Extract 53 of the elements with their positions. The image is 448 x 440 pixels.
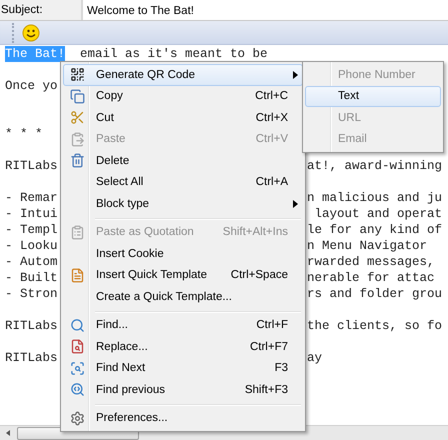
editor-text: nerable for attac	[307, 270, 435, 286]
menu-item[interactable]: Block type	[63, 193, 303, 214]
editor-text: rs and folder grou	[307, 286, 442, 302]
editor-text: n Menu Navigator	[307, 238, 428, 254]
settings-icon	[70, 410, 84, 426]
editor-text: Once yo	[5, 78, 58, 94]
editor-text: email as it's meant to be	[79, 46, 268, 62]
document-icon	[70, 268, 84, 283]
editor-text: - Templ	[5, 222, 58, 238]
editor-text: ay	[307, 350, 322, 366]
menu-item[interactable]: Find... Ctrl+F	[63, 314, 303, 336]
editor-text: at!, award-winning	[307, 158, 442, 174]
qr-code-icon	[70, 67, 84, 82]
menu-item[interactable]: Generate QR Code	[63, 64, 303, 86]
scissors-icon	[70, 110, 84, 126]
menu-item[interactable]: Insert Cookie	[63, 243, 303, 264]
menu-item[interactable]: Replace... Ctrl+F7	[63, 336, 303, 358]
subject-label: Subject:	[0, 0, 83, 20]
editor-text: - Autom	[5, 254, 58, 270]
copy-icon	[70, 88, 84, 104]
editor-text: The Bat!	[5, 46, 66, 62]
smiley-icon[interactable]	[22, 24, 40, 42]
search-icon	[70, 382, 84, 398]
editor-text: - Looku	[5, 238, 58, 254]
editor-text: - Stron	[5, 286, 58, 302]
menu-item[interactable]: Find previous Shift+F3	[63, 379, 303, 400]
editor-text: RITLabs	[5, 350, 58, 366]
menu-item[interactable]: Insert Quick Template Ctrl+Space	[63, 264, 303, 286]
search-icon	[70, 318, 84, 333]
menu-item[interactable]: Text	[305, 86, 441, 107]
editor-text: * * *	[5, 126, 43, 142]
menu-item[interactable]: Find Next F3	[63, 358, 303, 379]
menu-item[interactable]: Copy Ctrl+C	[63, 86, 303, 107]
search-icon	[70, 360, 84, 376]
editor-text: rwarded messages,	[307, 254, 435, 270]
editor-text: - Intui	[5, 206, 58, 222]
editor-text: the clients, so fo	[307, 318, 442, 334]
editor-text: - Remar	[5, 190, 58, 206]
editor-text: le for any kind of	[307, 222, 442, 238]
editor-text: RITLabs	[5, 158, 58, 174]
menu-item[interactable]: Select All Ctrl+A	[63, 172, 303, 193]
menu-item[interactable]: Preferences...	[63, 408, 303, 429]
editor-text: - Built	[5, 270, 58, 286]
editor-text: RITLabs	[5, 318, 58, 334]
clipboard-icon	[70, 132, 84, 147]
menu-item[interactable]: Delete	[63, 150, 303, 172]
trash-icon	[70, 153, 84, 168]
clipboard-icon	[70, 224, 84, 240]
menu-item[interactable]: Cut Ctrl+X	[63, 107, 303, 128]
document-search-icon	[70, 339, 84, 354]
menu-item[interactable]: Create a Quick Template...	[63, 286, 303, 308]
editor-text: layout and operat	[314, 206, 442, 222]
editor-text: n malicious and ju	[307, 190, 442, 206]
